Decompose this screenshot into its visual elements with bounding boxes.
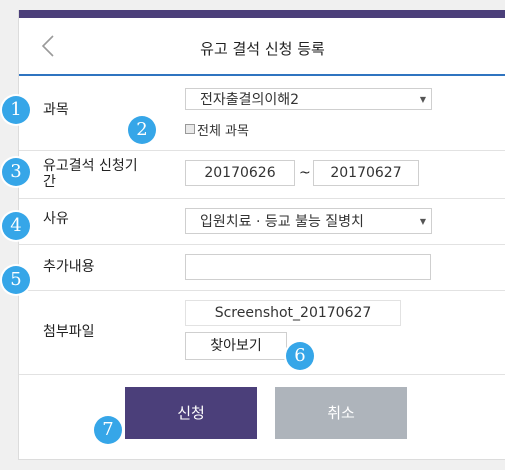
course-select-value: 전자출결의이해2	[200, 92, 300, 108]
submit-button[interactable]: 신청	[125, 387, 257, 439]
reason-label: 사유	[43, 211, 69, 227]
period-separator: ~	[299, 165, 311, 181]
step-badge-6: 6	[286, 342, 314, 370]
step-badge-2: 2	[128, 116, 156, 144]
period-end-input[interactable]: 20170627	[313, 160, 419, 186]
period-start-input[interactable]: 20170626	[185, 160, 295, 186]
all-courses-checkbox-row[interactable]: 전체 과목	[185, 120, 249, 139]
step-badge-4: 4	[2, 212, 30, 240]
row-divider	[19, 198, 505, 199]
header: 유고 결석 신청 등록	[19, 18, 505, 75]
all-courses-checkbox[interactable]	[185, 124, 195, 134]
period-label-line2: 간	[43, 174, 56, 190]
row-divider	[19, 150, 505, 151]
period-label-line1: 유고결석 신청기	[43, 158, 138, 174]
row-divider	[19, 244, 505, 245]
reason-select[interactable]: 입원치료 · 등교 불능 질병치 ▼	[185, 208, 432, 234]
attach-label: 첨부파일	[43, 324, 95, 340]
reason-select-value: 입원치료 · 등교 불능 질병치	[200, 214, 364, 230]
dropdown-arrow-icon: ▼	[419, 217, 426, 226]
row-divider	[19, 290, 505, 291]
attach-filename: Screenshot_20170627	[185, 300, 401, 326]
page-title: 유고 결석 신청 등록	[200, 40, 325, 58]
all-courses-label: 전체 과목	[197, 124, 249, 139]
dropdown-arrow-icon: ▼	[419, 95, 426, 104]
step-badge-5: 5	[2, 266, 30, 294]
form-panel: 유고 결석 신청 등록 과목 전자출결의이해2 ▼ 전체 과목 유고결석 신청기…	[18, 10, 505, 460]
step-badge-1: 1	[2, 96, 30, 124]
header-divider	[19, 74, 505, 76]
extra-input[interactable]	[185, 254, 431, 280]
browse-button[interactable]: 찾아보기	[185, 332, 287, 360]
period-label: 유고결석 신청기 간	[43, 158, 138, 190]
cancel-button[interactable]: 취소	[275, 387, 407, 439]
extra-label: 추가내용	[43, 259, 95, 275]
step-badge-3: 3	[2, 158, 30, 186]
course-label: 과목	[43, 102, 69, 118]
top-accent-bar	[19, 10, 505, 18]
row-divider	[19, 374, 505, 375]
course-select[interactable]: 전자출결의이해2 ▼	[185, 88, 432, 110]
step-badge-7: 7	[94, 416, 122, 444]
